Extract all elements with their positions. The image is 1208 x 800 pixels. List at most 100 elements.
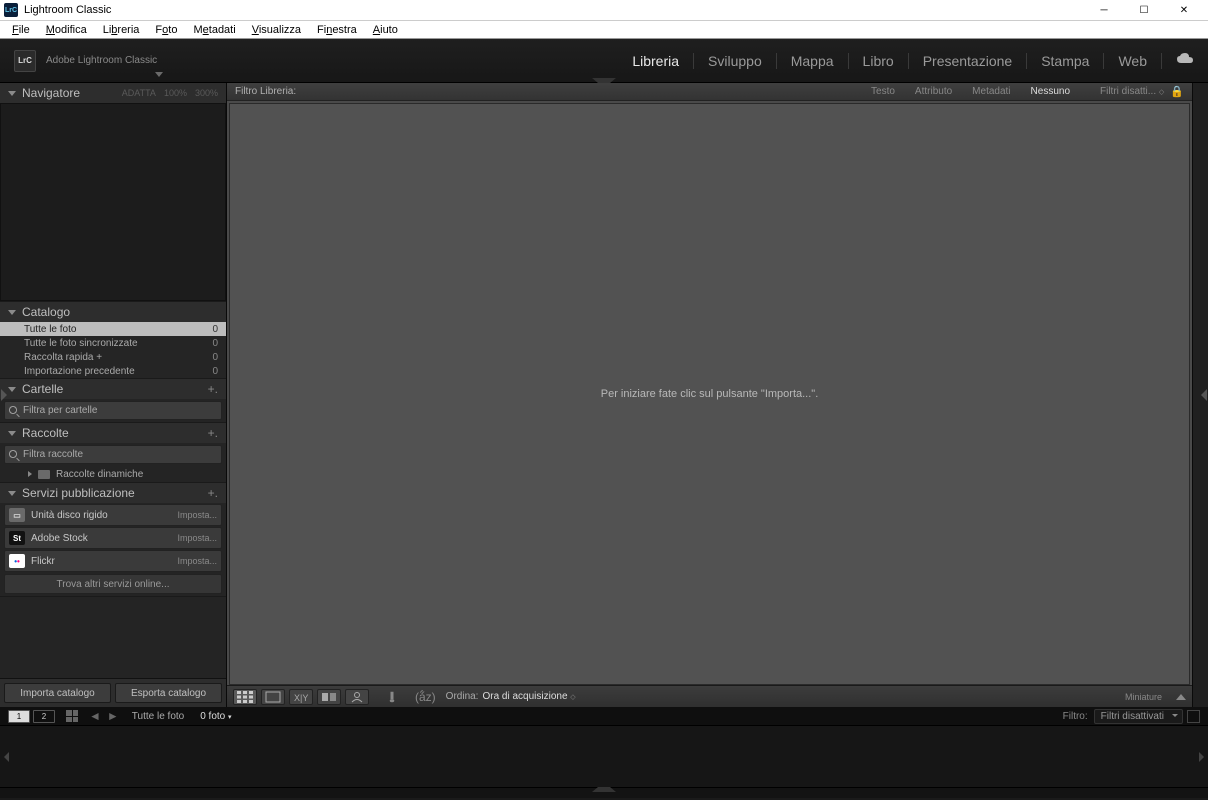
left-panel-toggle-icon[interactable]: [1, 389, 7, 401]
minimize-button[interactable]: ─: [1084, 0, 1124, 20]
filmstrip-right-icon[interactable]: [1199, 752, 1204, 762]
disclosure-triangle-icon: [8, 310, 16, 315]
find-more-services-button[interactable]: Trova altri servizi online...: [4, 574, 222, 594]
module-picker: LibreriaSviluppoMappaLibroPresentazioneS…: [618, 53, 1194, 69]
grid-view-button[interactable]: [233, 689, 257, 705]
source-label[interactable]: Tutte le foto: [132, 711, 184, 722]
module-sviluppo[interactable]: Sviluppo: [694, 53, 777, 69]
export-button[interactable]: Esporta catalogo: [115, 683, 222, 703]
disclosure-triangle-icon: [8, 387, 16, 392]
bottom-edge: [0, 787, 1208, 798]
people-view-button[interactable]: [345, 689, 369, 705]
search-icon: [9, 406, 19, 416]
disclosure-triangle-icon: [8, 431, 16, 436]
module-presentazione[interactable]: Presentazione: [909, 53, 1028, 69]
nav-forward-icon[interactable]: ►: [107, 709, 119, 723]
import-export-row: Importa catalogo Esporta catalogo: [0, 678, 226, 707]
app-icon: LrC: [4, 3, 18, 17]
menu-aiuto[interactable]: Aiuto: [365, 24, 406, 36]
hdd-icon: ▭: [9, 508, 25, 522]
painter-tool-icon[interactable]: [385, 689, 399, 705]
sort-value-dropdown[interactable]: Ora di acquisizione ◇: [482, 691, 575, 702]
disclosure-triangle-icon: [8, 91, 16, 96]
right-panel-toggle-icon[interactable]: [1201, 389, 1207, 401]
compare-view-button[interactable]: X|Y: [289, 689, 313, 705]
collections-header[interactable]: Raccolte +.: [0, 423, 226, 443]
module-header: LrC Adobe Lightroom Classic LibreriaSvil…: [0, 39, 1208, 83]
folders-header[interactable]: Cartelle +.: [0, 379, 226, 399]
bottom-filter-dropdown[interactable]: Filtri disattivati: [1094, 709, 1183, 724]
setup-link[interactable]: Imposta...: [177, 533, 217, 543]
menu-libreria[interactable]: Libreria: [95, 24, 148, 36]
publish-header[interactable]: Servizi pubblicazione +.: [0, 483, 226, 503]
setup-link[interactable]: Imposta...: [177, 510, 217, 520]
loupe-view-button[interactable]: [261, 689, 285, 705]
menu-file[interactable]: File: [4, 24, 38, 36]
grid-toolbar: X|Y (a͋z) Ordina: Ora di acquisizione ◇ …: [227, 685, 1192, 707]
filter-lock-icon[interactable]: 🔒: [1170, 85, 1184, 98]
filter-tab-metadati[interactable]: Metadati: [962, 86, 1020, 97]
menu-finestra[interactable]: Finestra: [309, 24, 365, 36]
setup-link[interactable]: Imposta...: [177, 556, 217, 566]
toolbar-menu-icon[interactable]: [1176, 694, 1186, 700]
catalog-row[interactable]: Importazione precedente0: [0, 364, 226, 378]
catalog-row[interactable]: Tutte le foto sincronizzate0: [0, 336, 226, 350]
survey-view-button[interactable]: [317, 689, 341, 705]
filter-label: Filtro Libreria:: [235, 86, 296, 97]
close-button[interactable]: ✕: [1164, 0, 1204, 20]
st-icon: St: [9, 531, 25, 545]
catalog-row[interactable]: Raccolta rapida +0: [0, 350, 226, 364]
nav-zoom-100%[interactable]: 100%: [164, 88, 187, 98]
nav-zoom-300%[interactable]: 300%: [195, 88, 218, 98]
grid-canvas[interactable]: Per iniziare fate clic sul pulsante "Imp…: [229, 103, 1190, 685]
menu-modifica[interactable]: Modifica: [38, 24, 95, 36]
filmstrip-collapse-handle[interactable]: [592, 787, 616, 792]
add-folder-icon[interactable]: +.: [208, 382, 218, 396]
menu-visualizza[interactable]: Visualizza: [244, 24, 309, 36]
catalog-row[interactable]: Tutte le foto0: [0, 322, 226, 336]
filter-tab-testo[interactable]: Testo: [861, 86, 905, 97]
lrc-logo-icon: LrC: [14, 50, 36, 72]
navigator-panel: Navigatore ADATTA100%300%: [0, 83, 226, 302]
navigator-header[interactable]: Navigatore ADATTA100%300%: [0, 83, 226, 103]
smart-collections-row[interactable]: Raccolte dinamiche: [0, 466, 226, 482]
module-stampa[interactable]: Stampa: [1027, 53, 1104, 69]
import-button[interactable]: Importa catalogo: [4, 683, 111, 703]
module-libro[interactable]: Libro: [849, 53, 909, 69]
navigator-preview[interactable]: [0, 103, 226, 301]
filmstrip-left-icon[interactable]: [4, 752, 9, 762]
nav-zoom-adatta[interactable]: ADATTA: [122, 88, 156, 98]
filmstrip[interactable]: [0, 725, 1208, 787]
collections-panel: Raccolte +. Filtra raccolte Raccolte din…: [0, 423, 226, 483]
module-libreria[interactable]: Libreria: [618, 53, 694, 69]
publish-service-fl[interactable]: ••FlickrImposta...: [4, 550, 222, 572]
add-publish-icon[interactable]: +.: [208, 486, 218, 500]
folder-filter-input[interactable]: Filtra per cartelle: [4, 401, 222, 420]
filters-off-dropdown[interactable]: Filtri disatti... ◇: [1100, 86, 1164, 97]
publish-service-hdd[interactable]: ▭Unità disco rigidoImposta...: [4, 504, 222, 526]
module-mappa[interactable]: Mappa: [777, 53, 849, 69]
brand-label[interactable]: Adobe Lightroom Classic: [46, 55, 157, 66]
brand-dropdown-icon: [155, 72, 163, 77]
cloud-sync-icon[interactable]: [1162, 53, 1194, 68]
collection-filter-input[interactable]: Filtra raccolte: [4, 445, 222, 464]
publish-service-st[interactable]: StAdobe StockImposta...: [4, 527, 222, 549]
catalog-header[interactable]: Catalogo: [0, 302, 226, 322]
sort-direction-icon[interactable]: (a͋z): [415, 690, 436, 704]
menu-foto[interactable]: Foto: [147, 24, 185, 36]
maximize-button[interactable]: ☐: [1124, 0, 1164, 20]
filter-tab-attributo[interactable]: Attributo: [905, 86, 962, 97]
window-titlebar: LrC Lightroom Classic ─ ☐ ✕: [0, 0, 1208, 21]
module-web[interactable]: Web: [1104, 53, 1162, 69]
menu-metadati[interactable]: Metadati: [185, 24, 243, 36]
publish-panel: Servizi pubblicazione +. ▭Unità disco ri…: [0, 483, 226, 597]
primary-monitor-button[interactable]: 1: [8, 710, 30, 723]
photo-count[interactable]: 0 foto ▾: [200, 711, 231, 722]
filter-switch-icon[interactable]: [1187, 710, 1200, 723]
secondary-monitor-button[interactable]: 2: [33, 710, 55, 723]
empty-state-text: Per iniziare fate clic sul pulsante "Imp…: [601, 388, 819, 400]
nav-back-icon[interactable]: ◄: [89, 709, 101, 723]
filter-tab-nessuno[interactable]: Nessuno: [1021, 86, 1080, 97]
grid-shortcut-icon[interactable]: [66, 710, 78, 722]
add-collection-icon[interactable]: +.: [208, 426, 218, 440]
